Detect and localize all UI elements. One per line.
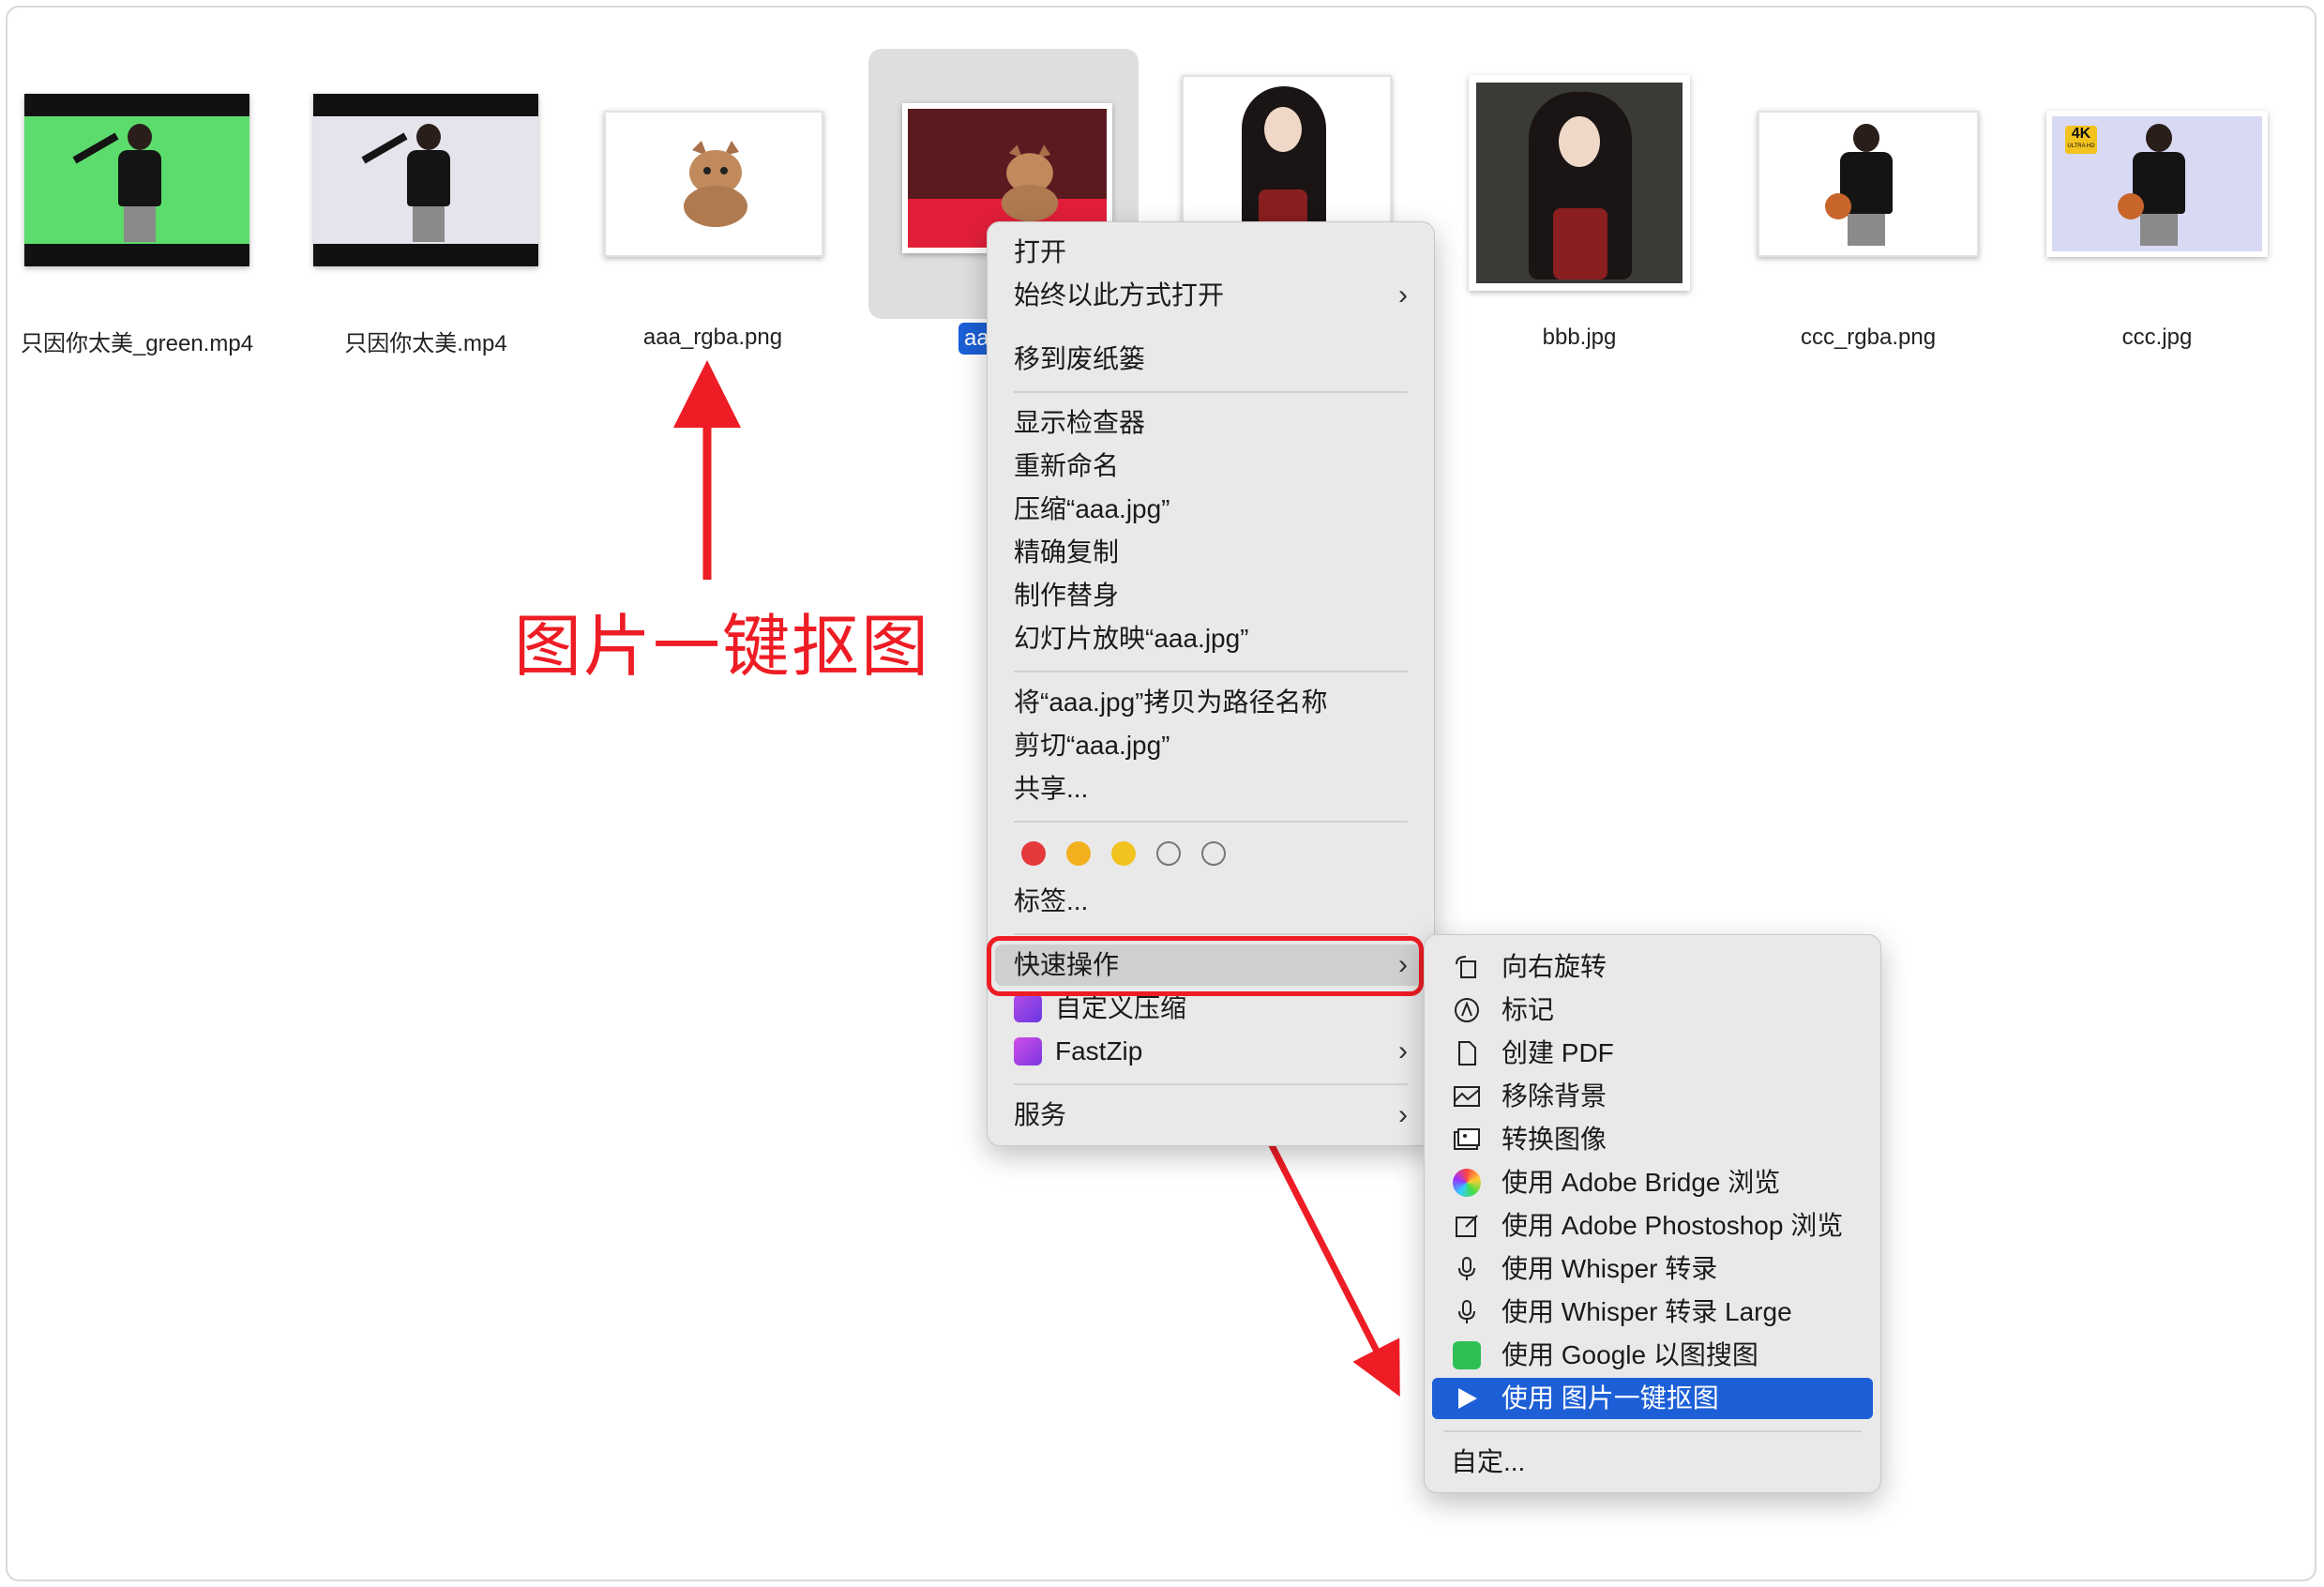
- menu-item-tags[interactable]: 标签...: [988, 881, 1434, 922]
- tag-orange[interactable]: [1066, 841, 1091, 866]
- menu-item-move-to-trash[interactable]: 移到废纸篓: [988, 339, 1434, 380]
- annotation-text: 图片一键抠图: [514, 610, 931, 685]
- submenu-item[interactable]: 向右旋转: [1425, 946, 1880, 988]
- separator: [1014, 671, 1408, 673]
- convert-image-icon: [1454, 1128, 1480, 1150]
- edit-icon: [1456, 1215, 1478, 1237]
- menu-item-fastzip[interactable]: FastZip ›: [988, 1031, 1434, 1072]
- menu-item-open[interactable]: 打开: [988, 232, 1434, 273]
- tag-red[interactable]: [1021, 841, 1046, 866]
- menu-item-copy-path[interactable]: 将“aaa.jpg”拷贝为路径名称: [988, 682, 1434, 723]
- highlight-box-quick-actions: [987, 936, 1424, 996]
- tag-empty[interactable]: [1201, 841, 1226, 866]
- rotate-right-icon: [1456, 956, 1476, 978]
- menu-item-share[interactable]: 共享...: [988, 768, 1434, 809]
- tag-yellow[interactable]: [1111, 841, 1136, 866]
- chevron-right-icon: ›: [1398, 1099, 1408, 1130]
- adobe-bridge-icon: [1453, 1169, 1481, 1197]
- submenu-item[interactable]: 标记: [1425, 990, 1880, 1031]
- play-icon: [1458, 1388, 1477, 1409]
- submenu-item-highlighted[interactable]: 使用 图片一键抠图: [1432, 1378, 1873, 1419]
- microphone-icon: [1458, 1300, 1475, 1323]
- submenu-item[interactable]: 使用 Whisper 转录: [1425, 1248, 1880, 1290]
- menu-item-slideshow[interactable]: 幻灯片放映“aaa.jpg”: [988, 618, 1434, 659]
- menu-item-show-inspector[interactable]: 显示检查器: [988, 402, 1434, 444]
- menu-item-services[interactable]: 服务 ›: [988, 1095, 1434, 1136]
- menu-item-make-alias[interactable]: 制作替身: [988, 575, 1434, 616]
- menu-item-rename[interactable]: 重新命名: [988, 446, 1434, 487]
- submenu-item[interactable]: 移除背景: [1425, 1076, 1880, 1117]
- submenu-item[interactable]: 使用 Adobe Phostoshop 浏览: [1425, 1205, 1880, 1247]
- fastzip-app-icon: [1014, 1037, 1042, 1066]
- separator: [1014, 821, 1408, 823]
- separator: [1014, 1083, 1408, 1085]
- separator: [1014, 933, 1408, 935]
- submenu-item[interactable]: 使用 Whisper 转录 Large: [1425, 1292, 1880, 1333]
- chevron-right-icon: ›: [1398, 1035, 1408, 1066]
- submenu-item[interactable]: 转换图像: [1425, 1119, 1880, 1160]
- menu-item-cut[interactable]: 剪切“aaa.jpg”: [988, 725, 1434, 766]
- document-icon: [1458, 1041, 1476, 1066]
- submenu-item-customize[interactable]: 自定...: [1425, 1442, 1880, 1483]
- menu-item-open-with[interactable]: 始终以此方式打开 ›: [988, 275, 1434, 316]
- submenu-item[interactable]: 使用 Adobe Bridge 浏览: [1425, 1162, 1880, 1203]
- submenu-item[interactable]: 创建 PDF: [1425, 1033, 1880, 1074]
- compress-app-icon: [1014, 994, 1042, 1022]
- separator: [1014, 391, 1408, 393]
- context-menu: 打开 始终以此方式打开 › 移到废纸篓 显示检查器 重新命名 压缩“aaa.jpg…: [987, 221, 1435, 1146]
- menu-item-duplicate[interactable]: 精确复制: [988, 532, 1434, 573]
- submenu-item[interactable]: 使用 Google 以图搜图: [1425, 1335, 1880, 1376]
- menu-item-compress[interactable]: 压缩“aaa.jpg”: [988, 489, 1434, 530]
- markup-icon: [1455, 998, 1479, 1022]
- remove-background-icon: [1454, 1086, 1480, 1107]
- microphone-icon: [1458, 1257, 1475, 1280]
- tag-empty[interactable]: [1156, 841, 1181, 866]
- image-search-icon: [1453, 1341, 1481, 1369]
- chevron-right-icon: ›: [1398, 280, 1408, 310]
- separator: [1443, 1430, 1862, 1432]
- quick-actions-submenu: 向右旋转 标记 创建 PDF 移除背景 转换图像 使用 Adobe Bridge…: [1424, 934, 1881, 1493]
